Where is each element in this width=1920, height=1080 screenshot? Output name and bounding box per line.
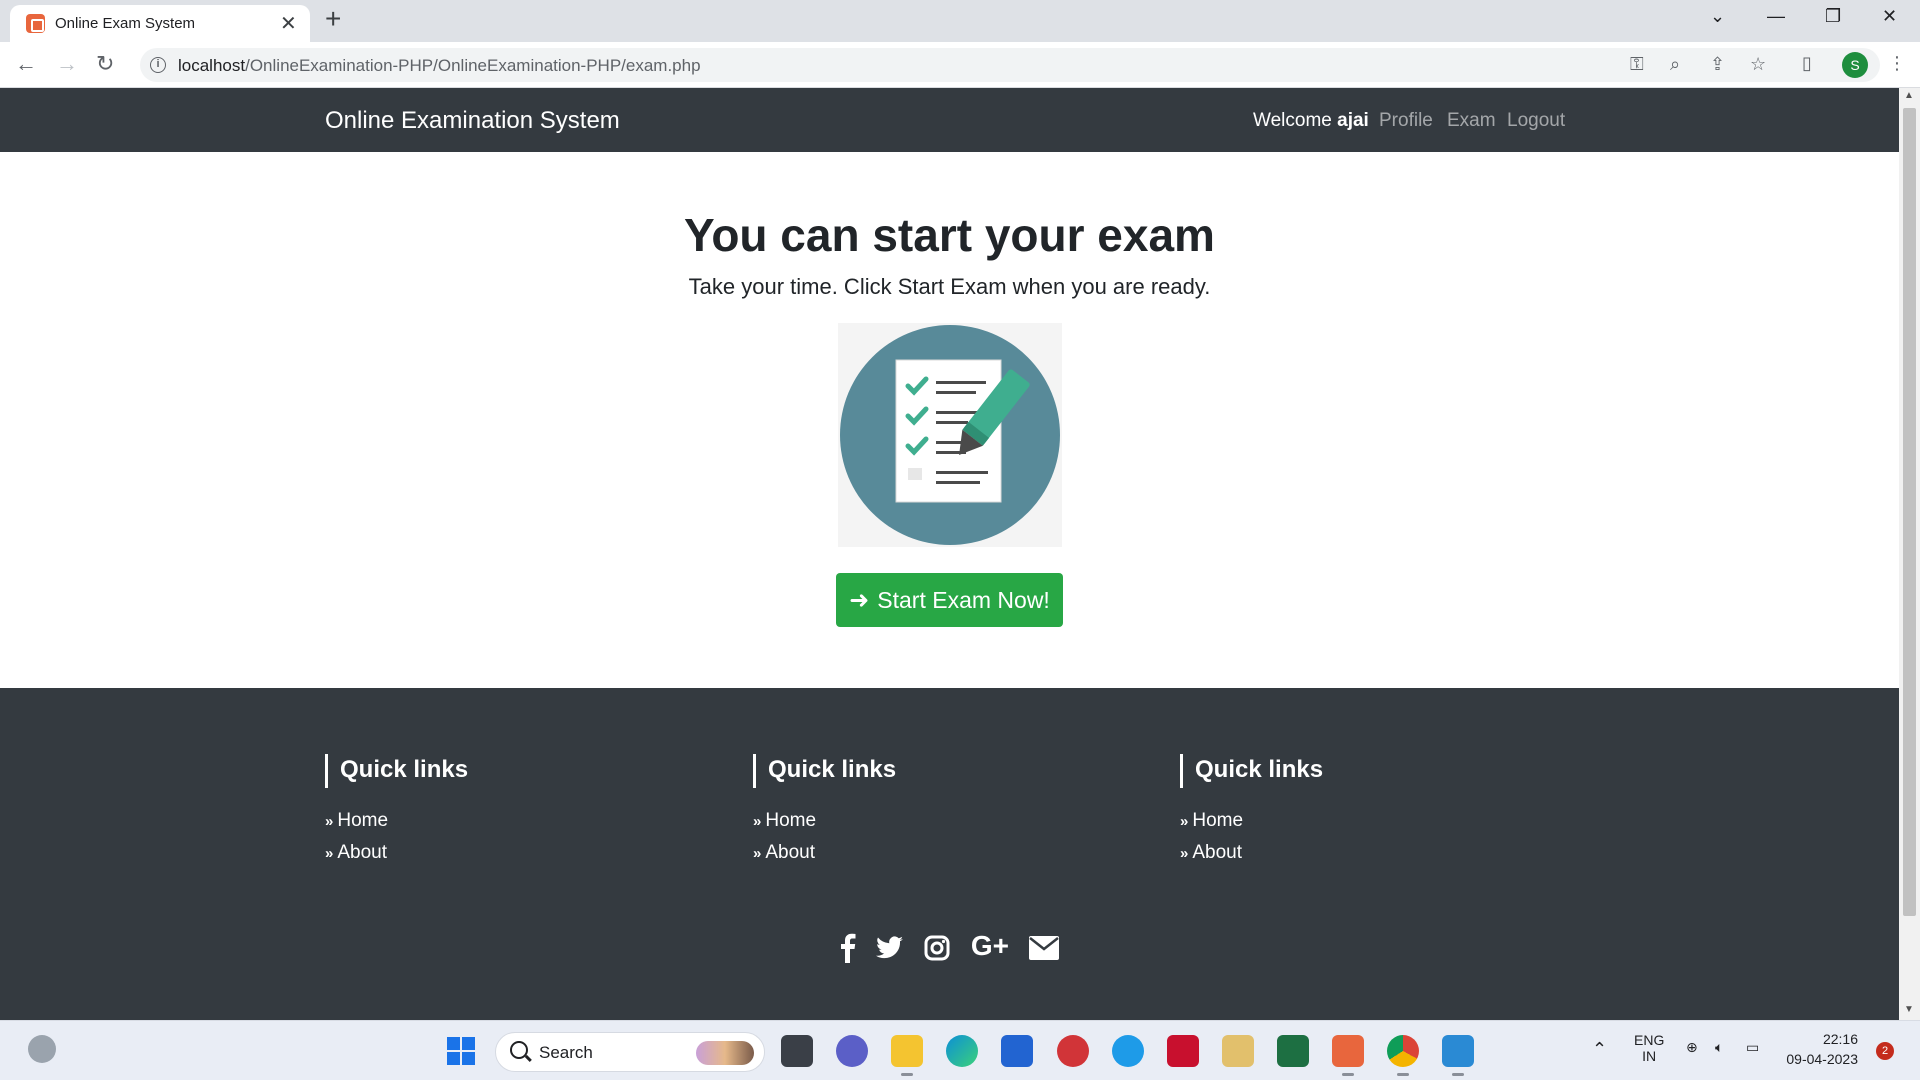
- antivirus-app-icon[interactable]: [1057, 1035, 1089, 1067]
- footer-link-about[interactable]: » About: [1180, 842, 1520, 864]
- search-highlight-image: [696, 1041, 754, 1065]
- taskbar-search-placeholder: Search: [539, 1043, 593, 1062]
- new-tab-icon[interactable]: +: [325, 3, 341, 35]
- share-icon[interactable]: ⇪: [1710, 54, 1725, 75]
- task-view-icon[interactable]: [781, 1035, 813, 1067]
- browser-tab-strip: Online Exam System ✕ + ⌄ — ❐ ✕: [0, 0, 1920, 42]
- windows-start-icon[interactable]: [447, 1037, 475, 1065]
- start-exam-button[interactable]: ➜ Start Exam Now!: [836, 573, 1063, 627]
- footer-link-home[interactable]: » Home: [753, 810, 1093, 832]
- menu-kebab-icon[interactable]: ⋮: [1888, 53, 1906, 74]
- exam-checklist-illustration: [838, 323, 1062, 547]
- page-scrollbar[interactable]: ▲ ▼: [1899, 88, 1920, 1020]
- double-chevron-right-icon: »: [325, 845, 334, 862]
- mcafee-icon[interactable]: [1167, 1035, 1199, 1067]
- tray-overflow-chevron-icon[interactable]: ⌃: [1592, 1039, 1607, 1060]
- widgets-icon[interactable]: [28, 1035, 56, 1063]
- social-links: G+: [0, 930, 1899, 963]
- notification-badge[interactable]: 2: [1876, 1042, 1894, 1060]
- scrollbar-thumb[interactable]: [1903, 108, 1916, 916]
- start-exam-label: Start Exam Now!: [877, 586, 1050, 613]
- footer-link-home[interactable]: » Home: [325, 810, 665, 832]
- quick-links-title: Quick links: [753, 754, 1093, 788]
- address-bar[interactable]: i localhost/OnlineExamination-PHP/Online…: [140, 48, 1880, 82]
- bookmark-star-icon[interactable]: ☆: [1750, 54, 1766, 75]
- back-icon[interactable]: ←: [15, 51, 37, 77]
- double-chevron-right-icon: »: [325, 813, 334, 830]
- arrow-right-icon: ➜: [849, 586, 870, 614]
- double-chevron-right-icon: »: [753, 845, 762, 862]
- footer-link-about[interactable]: » About: [325, 842, 665, 864]
- file-explorer-icon[interactable]: [891, 1035, 923, 1076]
- footer-link-home[interactable]: » Home: [1180, 810, 1520, 832]
- site-navbar: Online Examination System Welcome ajai P…: [0, 88, 1899, 152]
- tab-title: Online Exam System: [55, 15, 196, 32]
- close-window-icon[interactable]: ✕: [1882, 6, 1897, 27]
- quick-links-title: Quick links: [325, 754, 665, 788]
- quick-links-title: Quick links: [1180, 754, 1520, 788]
- windows-taskbar: Search ⌃ ENG IN ⊕ 🔈︎ ▭ 22:16 09-04-2023: [0, 1020, 1920, 1080]
- key-icon[interactable]: ⚿: [1630, 54, 1644, 75]
- help-app-icon[interactable]: [1112, 1035, 1144, 1067]
- navbar-brand[interactable]: Online Examination System: [325, 107, 620, 135]
- reload-icon[interactable]: ↻: [96, 51, 114, 77]
- profile-avatar[interactable]: S: [1842, 52, 1868, 78]
- google-plus-icon[interactable]: G+: [971, 930, 1009, 962]
- clock-time[interactable]: 22:16: [1818, 1031, 1858, 1047]
- footer-link-about[interactable]: » About: [753, 842, 1093, 864]
- page-subtitle: Take your time. Click Start Exam when yo…: [688, 274, 1211, 299]
- double-chevron-right-icon: »: [753, 813, 762, 830]
- battery-icon[interactable]: ▭: [1746, 1039, 1759, 1056]
- tab-search-chevron-icon[interactable]: ⌄: [1710, 6, 1725, 27]
- xampp-icon[interactable]: [1332, 1035, 1364, 1076]
- nav-link-profile[interactable]: Profile: [1379, 110, 1433, 132]
- close-tab-icon[interactable]: ✕: [280, 11, 297, 36]
- clock-date[interactable]: 09-04-2023: [1784, 1051, 1858, 1067]
- facebook-icon[interactable]: [840, 930, 856, 963]
- instagram-icon[interactable]: [924, 930, 950, 962]
- volume-icon[interactable]: 🔈︎: [1715, 1039, 1723, 1056]
- nav-link-exam[interactable]: Exam: [1447, 110, 1496, 132]
- network-globe-icon[interactable]: ⊕: [1686, 1039, 1698, 1056]
- url-text[interactable]: localhost/OnlineExamination-PHP/OnlineEx…: [178, 56, 701, 76]
- language-indicator[interactable]: ENG IN: [1634, 1032, 1664, 1064]
- double-chevron-right-icon: »: [1180, 845, 1189, 862]
- twitter-icon[interactable]: [875, 930, 904, 962]
- welcome-text: Welcome ajai: [1253, 110, 1369, 131]
- side-panel-icon[interactable]: ▯: [1802, 53, 1812, 74]
- excel-icon[interactable]: [1277, 1035, 1309, 1067]
- edge-browser-icon[interactable]: [946, 1035, 978, 1067]
- chrome-icon[interactable]: [1387, 1035, 1419, 1076]
- web-page: Online Examination System Welcome ajai P…: [0, 88, 1899, 1020]
- username: ajai: [1337, 110, 1369, 131]
- quick-links-column-3: Quick links » Home » About: [1180, 754, 1520, 864]
- microsoft-store-icon[interactable]: [1001, 1035, 1033, 1067]
- xampp-favicon-icon: [26, 14, 45, 33]
- browser-tab[interactable]: Online Exam System ✕: [10, 5, 310, 42]
- quick-links-column-2: Quick links » Home » About: [753, 754, 1093, 864]
- quick-links-column-1: Quick links » Home » About: [325, 754, 665, 864]
- zoom-icon[interactable]: ⌕: [1670, 54, 1680, 75]
- teams-chat-icon[interactable]: [836, 1035, 868, 1067]
- scroll-down-icon[interactable]: ▼: [1904, 1004, 1914, 1015]
- page-title: You can start your exam: [684, 209, 1215, 261]
- taskbar-search-box[interactable]: Search: [495, 1032, 765, 1072]
- site-info-icon[interactable]: i: [150, 57, 166, 73]
- search-icon: [510, 1041, 528, 1059]
- site-footer: Quick links » Home » About Quick links » Ho…: [0, 688, 1899, 1020]
- mail-icon[interactable]: [1029, 930, 1060, 962]
- scroll-up-icon[interactable]: ▲: [1904, 90, 1914, 101]
- python-file-icon[interactable]: [1222, 1035, 1254, 1067]
- forward-icon[interactable]: →: [56, 51, 78, 77]
- minimize-icon[interactable]: —: [1767, 6, 1785, 27]
- double-chevron-right-icon: »: [1180, 813, 1189, 830]
- nav-link-logout[interactable]: Logout: [1507, 110, 1565, 132]
- restore-icon[interactable]: ❐: [1825, 6, 1841, 27]
- browser-toolbar: ← → ↻ i localhost/OnlineExamination-PHP/…: [0, 42, 1920, 88]
- notepad-icon[interactable]: [1442, 1035, 1474, 1076]
